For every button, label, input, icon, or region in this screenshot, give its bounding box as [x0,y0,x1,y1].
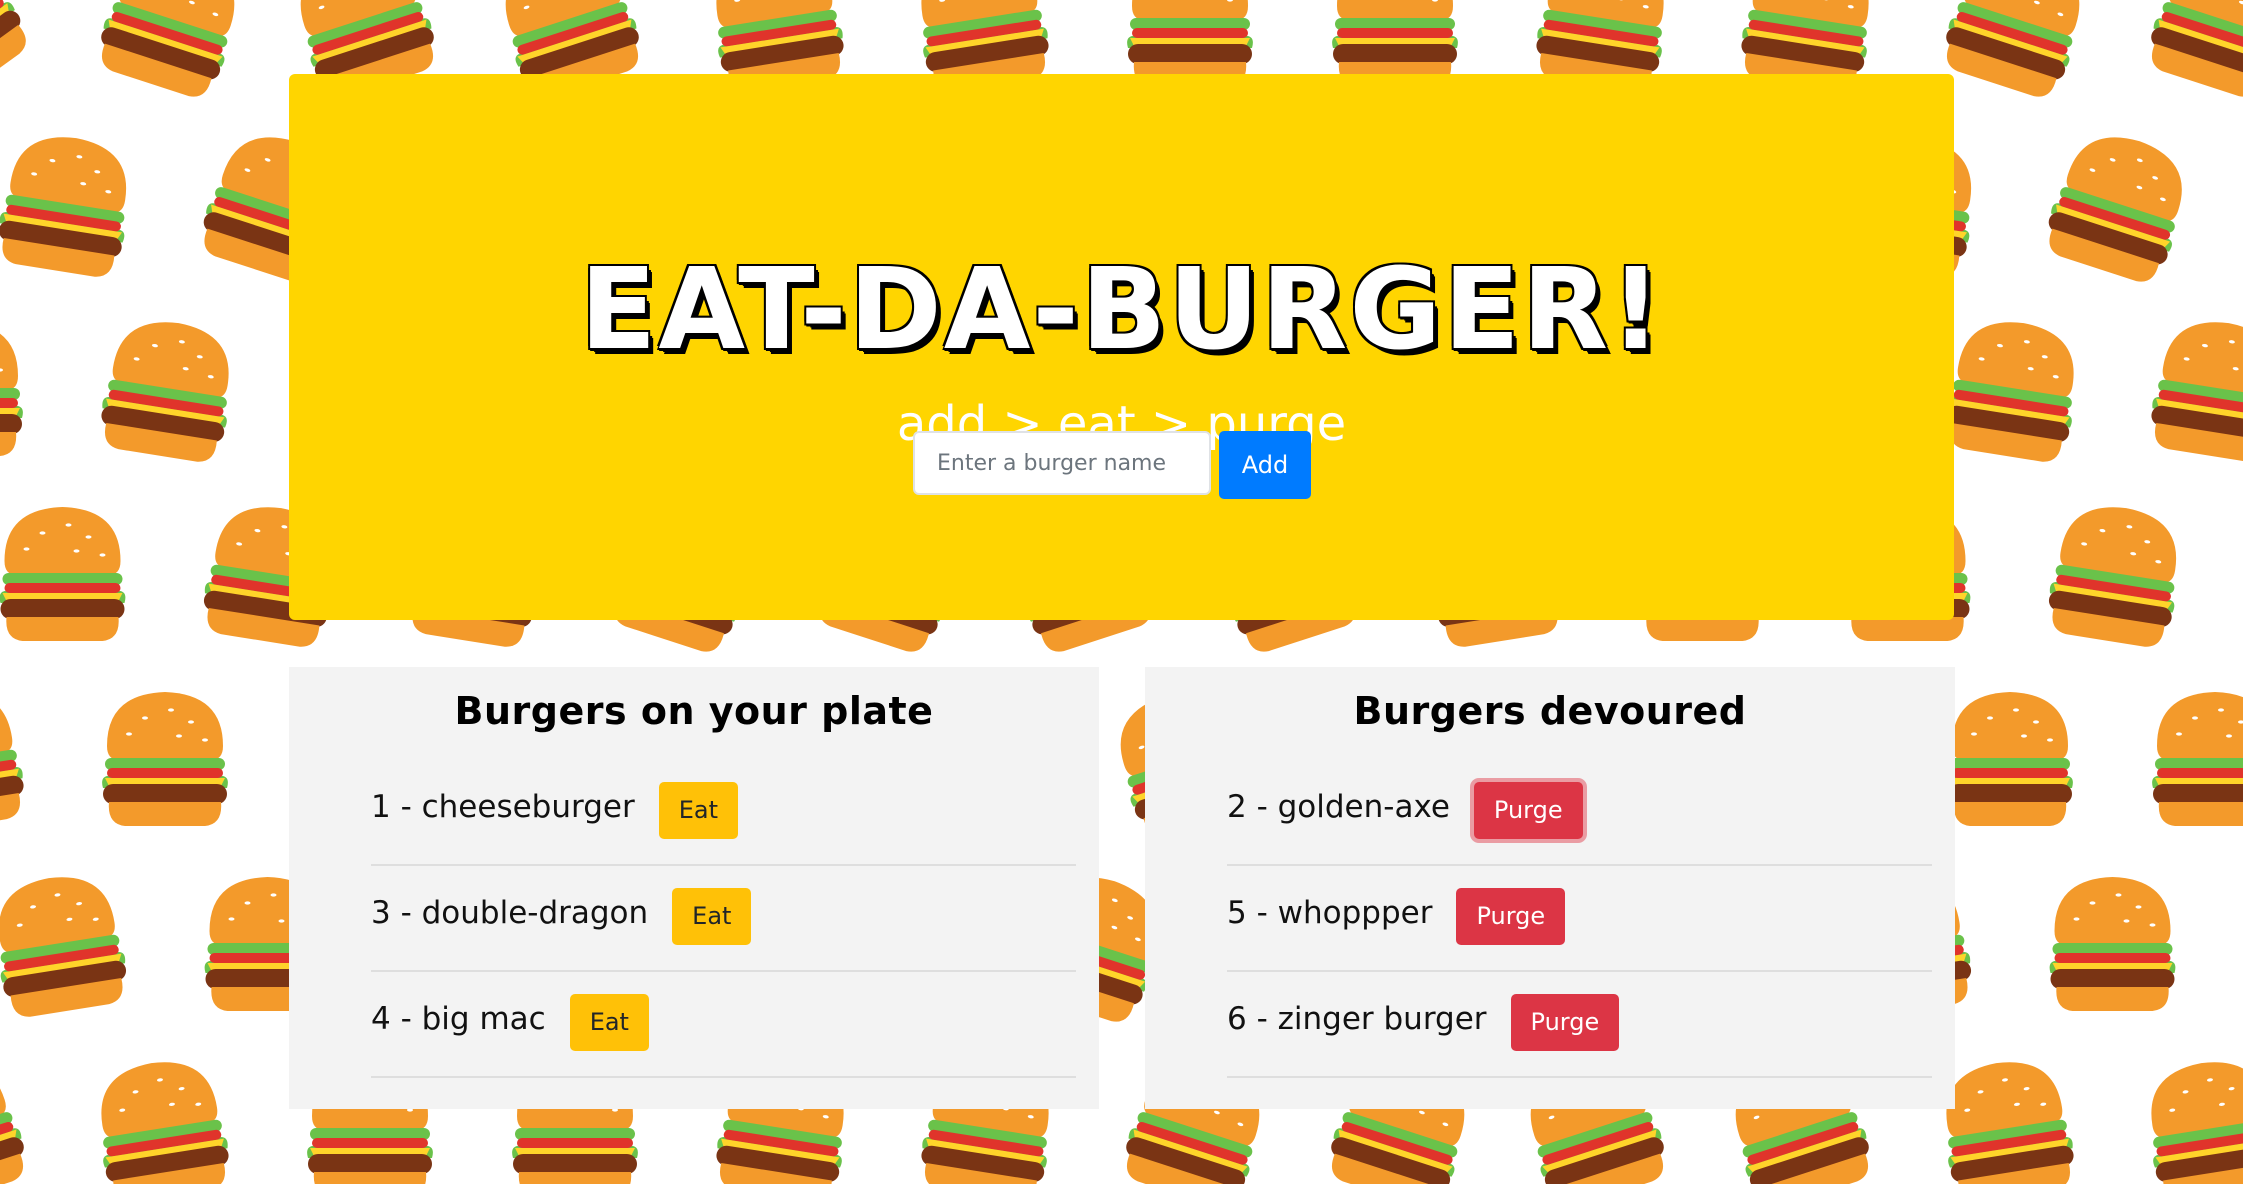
list-item: 2 - golden-axe Purge [1227,760,1932,866]
purge-button[interactable]: Purge [1510,993,1620,1051]
burger-label: 6 - zinger burger [1227,1001,1487,1037]
list-item: 1 - cheeseburger Eat [371,760,1076,866]
devoured-heading: Burgers devoured [1353,689,1747,733]
list-item: 6 - zinger burger Purge [1227,972,1932,1078]
eat-button[interactable]: Eat [569,993,649,1051]
purge-button[interactable]: Purge [1456,887,1566,945]
burger-label: 3 - double-dragon [371,895,649,931]
page-title: EAT-DA-BURGER! [579,245,1664,375]
add-burger-form: Add [913,431,1311,501]
list-item: 3 - double-dragon Eat [371,866,1076,972]
burger-label: 4 - big mac [371,1001,546,1037]
eat-button[interactable]: Eat [672,887,752,945]
jumbotron-header: EAT-DA-BURGER! add > eat > purge Add [289,74,1954,620]
list-item: 5 - whoppper Purge [1227,866,1932,972]
list-item: 4 - big mac Eat [371,972,1076,1078]
devoured-burger-list: 2 - golden-axe Purge 5 - whoppper Purge … [1227,760,1932,1078]
add-button[interactable]: Add [1219,431,1311,499]
burger-label: 5 - whoppper [1227,895,1433,931]
burger-label: 2 - golden-axe [1227,789,1450,825]
uneaten-burgers-panel: Burgers on your plate 1 - cheeseburger E… [289,667,1099,1109]
purge-button[interactable]: Purge [1473,781,1583,839]
devoured-burgers-panel: Burgers devoured 2 - golden-axe Purge 5 … [1145,667,1955,1109]
uneaten-heading: Burgers on your plate [454,689,934,733]
uneaten-burger-list: 1 - cheeseburger Eat 3 - double-dragon E… [371,760,1076,1078]
burger-name-input[interactable] [913,431,1211,495]
burger-label: 1 - cheeseburger [371,789,635,825]
eat-button[interactable]: Eat [658,781,738,839]
